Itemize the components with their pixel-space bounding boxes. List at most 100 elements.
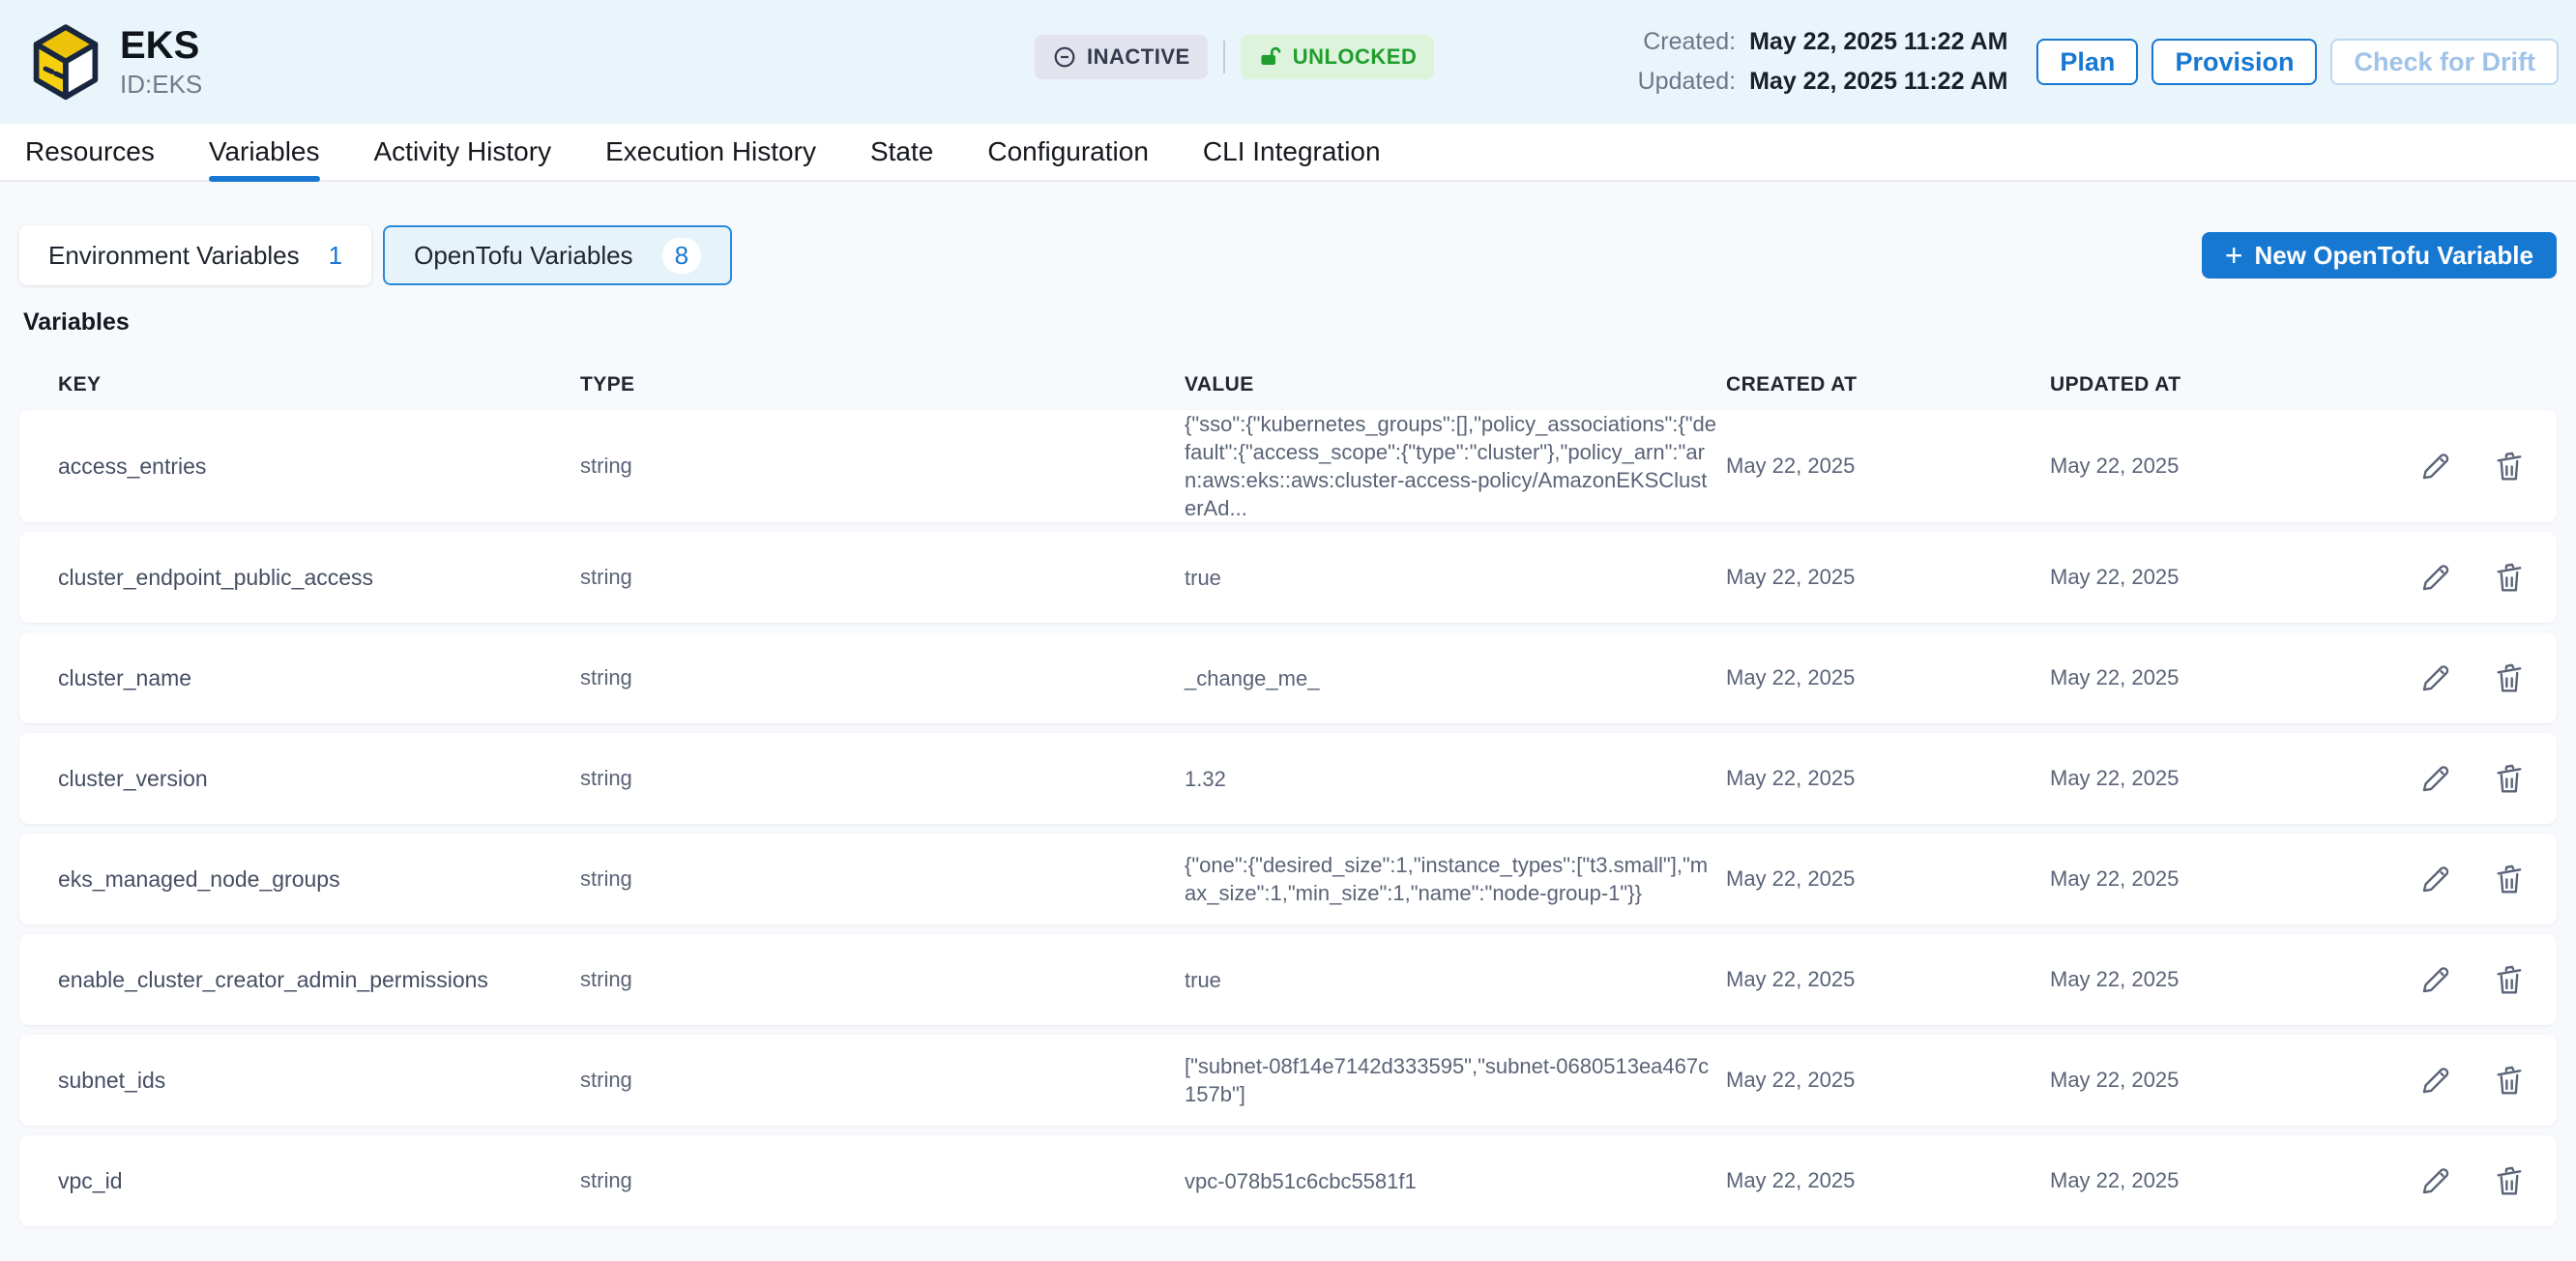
edit-pencil-icon[interactable] <box>2417 861 2454 897</box>
unlocked-padlock-icon <box>1258 44 1283 70</box>
column-header-created: CREATED AT <box>1726 373 2050 396</box>
column-header-updated: UPDATED AT <box>2050 373 2369 396</box>
variables-panel: Environment Variables 1 OpenTofu Variabl… <box>0 182 2576 1226</box>
variable-type: string <box>580 1168 1185 1193</box>
badge-divider <box>1223 41 1225 73</box>
variable-type: string <box>580 866 1185 892</box>
tab-variables[interactable]: Variables <box>209 124 320 180</box>
table-row: enable_cluster_creator_admin_permissions… <box>19 934 2557 1025</box>
delete-trash-icon[interactable] <box>2491 448 2528 484</box>
plus-icon: + <box>2225 240 2243 271</box>
variable-type: string <box>580 967 1185 992</box>
delete-trash-icon[interactable] <box>2491 961 2528 998</box>
provision-button[interactable]: Provision <box>2152 39 2317 85</box>
environment-id: ID:EKS <box>120 70 202 100</box>
variable-value: _change_me_ <box>1185 664 1726 692</box>
edit-pencil-icon[interactable] <box>2417 961 2454 998</box>
variable-key: access_entries <box>58 454 580 480</box>
tab-activity-history[interactable]: Activity History <box>374 124 552 180</box>
column-header-type: TYPE <box>580 373 1185 396</box>
table-row: cluster_version string 1.32 May 22, 2025… <box>19 733 2557 824</box>
variable-value: true <box>1185 966 1726 994</box>
variable-updated-at: May 22, 2025 <box>2050 454 2369 479</box>
table-row: cluster_name string _change_me_ May 22, … <box>19 632 2557 723</box>
main-tabbar: Resources Variables Activity History Exe… <box>0 124 2576 182</box>
environment-header: EKS ID:EKS INACTIVE UNLOCKED Created: <box>0 0 2576 124</box>
minus-circle-icon <box>1052 44 1077 70</box>
variable-type: string <box>580 1068 1185 1093</box>
variable-value: {"sso":{"kubernetes_groups":[],"policy_a… <box>1185 410 1726 522</box>
page-title: EKS <box>120 25 202 66</box>
variable-value: vpc-078b51c6cbc5581f1 <box>1185 1167 1726 1195</box>
variable-updated-at: May 22, 2025 <box>2050 766 2369 791</box>
lock-badge: UNLOCKED <box>1241 35 1435 79</box>
variable-created-at: May 22, 2025 <box>1726 565 2050 590</box>
variable-created-at: May 22, 2025 <box>1726 766 2050 791</box>
edit-pencil-icon[interactable] <box>2417 559 2454 596</box>
column-header-key: KEY <box>58 373 580 396</box>
environment-variables-tab[interactable]: Environment Variables 1 <box>19 225 371 285</box>
status-badges: INACTIVE UNLOCKED <box>1035 35 1434 79</box>
table-row: access_entries string {"sso":{"kubernete… <box>19 410 2557 522</box>
variable-created-at: May 22, 2025 <box>1726 665 2050 690</box>
edit-pencil-icon[interactable] <box>2417 660 2454 696</box>
variable-value: ["subnet-08f14e7142d333595","subnet-0680… <box>1185 1052 1726 1108</box>
table-row: cluster_endpoint_public_access string tr… <box>19 532 2557 623</box>
delete-trash-icon[interactable] <box>2491 861 2528 897</box>
variable-updated-at: May 22, 2025 <box>2050 866 2369 892</box>
column-header-value: VALUE <box>1185 373 1726 396</box>
variable-created-at: May 22, 2025 <box>1726 454 2050 479</box>
delete-trash-icon[interactable] <box>2491 760 2528 797</box>
variable-updated-at: May 22, 2025 <box>2050 665 2369 690</box>
tab-state[interactable]: State <box>870 124 933 180</box>
variable-created-at: May 22, 2025 <box>1726 967 2050 992</box>
edit-pencil-icon[interactable] <box>2417 448 2454 484</box>
variable-updated-at: May 22, 2025 <box>2050 1168 2369 1193</box>
table-row: eks_managed_node_groups string {"one":{"… <box>19 834 2557 924</box>
variable-type: string <box>580 565 1185 590</box>
tab-cli-integration[interactable]: CLI Integration <box>1203 124 1381 180</box>
variable-type: string <box>580 665 1185 690</box>
variable-key: cluster_version <box>58 766 580 792</box>
edit-pencil-icon[interactable] <box>2417 760 2454 797</box>
tab-resources[interactable]: Resources <box>25 124 155 180</box>
opentofu-variables-tab[interactable]: OpenTofu Variables 8 <box>383 225 732 285</box>
opentofu-variables-count: 8 <box>662 238 701 274</box>
delete-trash-icon[interactable] <box>2491 660 2528 696</box>
delete-trash-icon[interactable] <box>2491 1162 2528 1199</box>
variable-key: enable_cluster_creator_admin_permissions <box>58 967 580 993</box>
variable-value: {"one":{"desired_size":1,"instance_types… <box>1185 851 1726 907</box>
delete-trash-icon[interactable] <box>2491 559 2528 596</box>
variable-type: string <box>580 454 1185 479</box>
variables-section-title: Variables <box>23 308 2557 337</box>
table-header-row: KEY TYPE VALUE CREATED AT UPDATED AT <box>19 360 2557 410</box>
variable-value: true <box>1185 564 1726 592</box>
plan-button[interactable]: Plan <box>2036 39 2138 85</box>
table-row: subnet_ids string ["subnet-08f14e7142d33… <box>19 1035 2557 1126</box>
variable-created-at: May 22, 2025 <box>1726 1068 2050 1093</box>
variable-key: vpc_id <box>58 1168 580 1194</box>
edit-pencil-icon[interactable] <box>2417 1162 2454 1199</box>
timestamps: Created: May 22, 2025 11:22 AM Updated: … <box>1638 28 2008 96</box>
variable-key: cluster_name <box>58 665 580 691</box>
edit-pencil-icon[interactable] <box>2417 1062 2454 1099</box>
created-value: May 22, 2025 11:22 AM <box>1749 28 2007 56</box>
variable-key: eks_managed_node_groups <box>58 866 580 893</box>
variables-table: access_entries string {"sso":{"kubernete… <box>19 410 2557 1226</box>
tab-execution-history[interactable]: Execution History <box>605 124 816 180</box>
variable-updated-at: May 22, 2025 <box>2050 565 2369 590</box>
updated-label: Updated: <box>1638 68 1736 96</box>
variable-key: subnet_ids <box>58 1068 580 1094</box>
variable-created-at: May 22, 2025 <box>1726 1168 2050 1193</box>
delete-trash-icon[interactable] <box>2491 1062 2528 1099</box>
variable-type: string <box>580 766 1185 791</box>
variable-updated-at: May 22, 2025 <box>2050 967 2369 992</box>
variable-key: cluster_endpoint_public_access <box>58 565 580 591</box>
check-for-drift-button[interactable]: Check for Drift <box>2330 39 2559 85</box>
table-row: vpc_id string vpc-078b51c6cbc5581f1 May … <box>19 1135 2557 1226</box>
new-opentofu-variable-button[interactable]: + New OpenTofu Variable <box>2202 232 2557 279</box>
tab-configuration[interactable]: Configuration <box>987 124 1149 180</box>
updated-value: May 22, 2025 11:22 AM <box>1749 68 2007 96</box>
environment-variables-count: 1 <box>329 241 342 271</box>
variable-value: 1.32 <box>1185 765 1726 793</box>
